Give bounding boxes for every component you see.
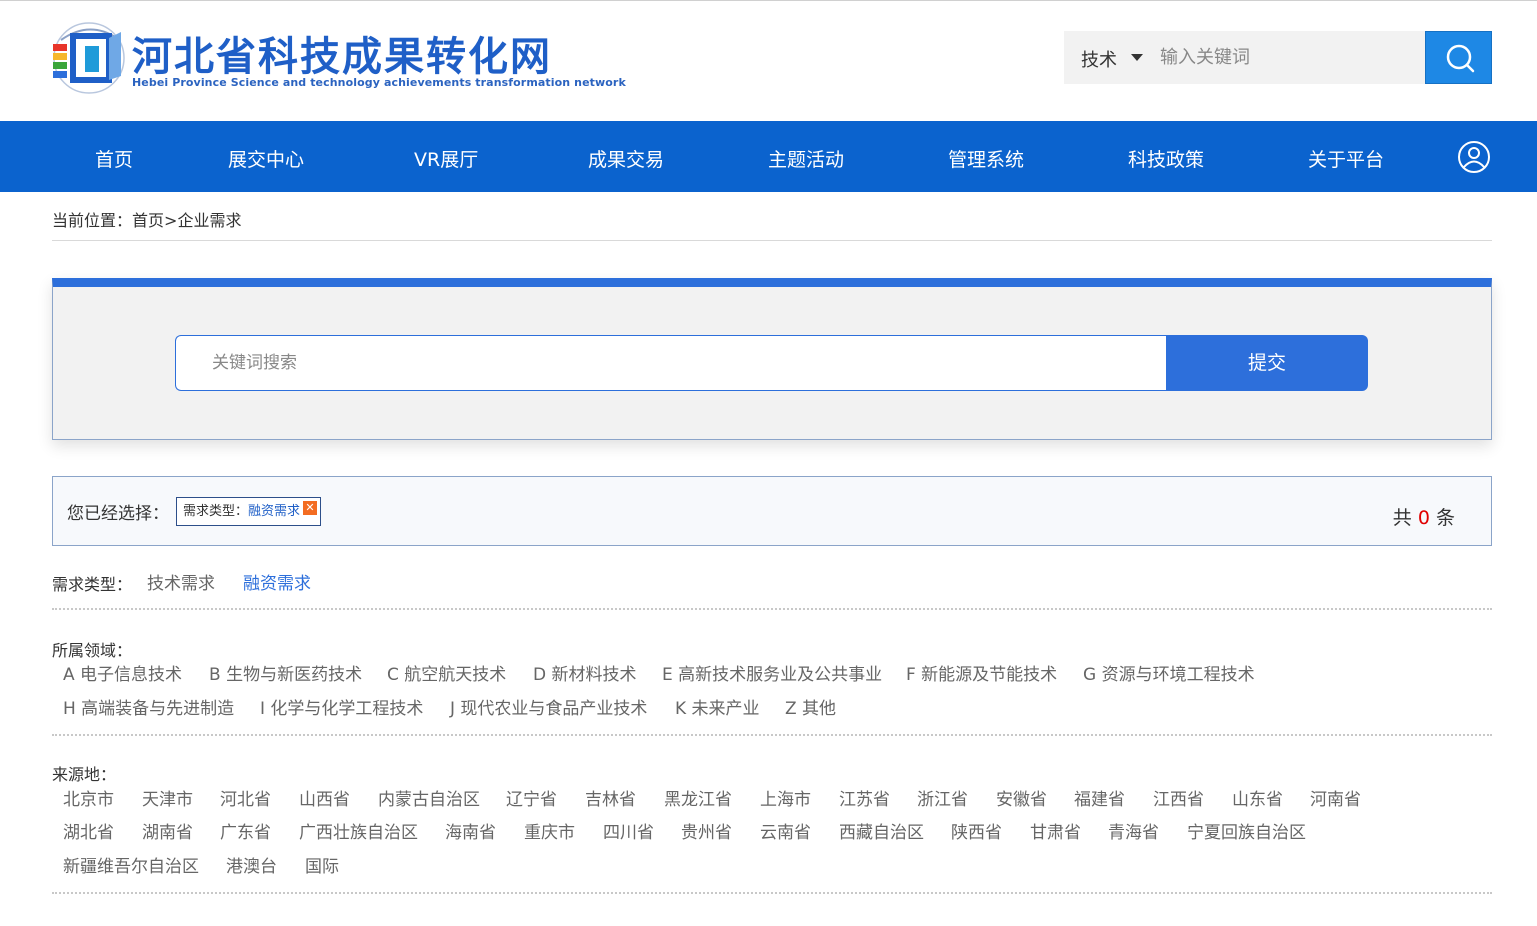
field-option[interactable]: J 现代农业与食品产业技术: [450, 694, 647, 719]
search-panel: 提交: [52, 278, 1492, 440]
selected-label: 您已经选择：: [67, 504, 169, 524]
field-option[interactable]: A 电子信息技术: [63, 660, 182, 685]
source-option[interactable]: 甘肃省: [1030, 818, 1081, 843]
count-suffix: 条: [1435, 507, 1455, 529]
caret-down-icon[interactable]: [1131, 54, 1143, 61]
source-option[interactable]: 山西省: [299, 785, 350, 810]
logo-emblem-icon: [53, 22, 125, 94]
source-option[interactable]: 贵州省: [681, 818, 732, 843]
submit-button[interactable]: 提交: [1166, 335, 1368, 391]
nav-item-vr-hall[interactable]: VR展厅: [414, 145, 478, 172]
nav-item-exhibition[interactable]: 展交中心: [228, 145, 304, 172]
breadcrumb-separator: >: [164, 211, 178, 230]
source-option[interactable]: 天津市: [142, 785, 193, 810]
source-option[interactable]: 西藏自治区: [839, 818, 924, 843]
breadcrumb: 当前位置：首页>企业需求: [52, 207, 241, 231]
source-option[interactable]: 湖北省: [63, 818, 114, 843]
source-option[interactable]: 青海省: [1108, 818, 1159, 843]
nav-item-management[interactable]: 管理系统: [948, 145, 1024, 172]
demand-type-option-selected[interactable]: 融资需求: [243, 569, 311, 594]
tag-value: 融资需求: [248, 504, 301, 519]
dotted-divider: [52, 734, 1492, 736]
count-value: 0: [1417, 507, 1430, 529]
field-option[interactable]: D 新材料技术: [533, 660, 637, 685]
source-option[interactable]: 黑龙江省: [664, 785, 732, 810]
source-option[interactable]: 陕西省: [951, 818, 1002, 843]
logo-subtitle: Hebei Province Science and technology ac…: [132, 76, 626, 89]
keyword-search-input[interactable]: [175, 335, 1166, 391]
field-option[interactable]: Z 其他: [785, 694, 836, 719]
user-icon[interactable]: [1457, 140, 1491, 174]
nav-item-trading[interactable]: 成果交易: [588, 145, 664, 172]
dotted-divider: [52, 608, 1492, 610]
source-label: 来源地：: [52, 765, 117, 784]
selected-filter-tag[interactable]: 需求类型：融资需求 ✕: [176, 497, 322, 526]
source-option[interactable]: 云南省: [760, 818, 811, 843]
source-option[interactable]: 广东省: [220, 818, 271, 843]
field-option[interactable]: E 高新技术服务业及公共事业: [662, 660, 882, 685]
source-option[interactable]: 宁夏回族自治区: [1187, 818, 1306, 843]
site-logo[interactable]: 河北省科技成果转化网 Hebei Province Science and te…: [51, 18, 626, 98]
search-icon: [1446, 44, 1475, 73]
header: 河北省科技成果转化网 Hebei Province Science and te…: [0, 1, 1537, 121]
demand-type-option[interactable]: 技术需求: [147, 569, 215, 594]
selected-filters-bar: 您已经选择： 需求类型：融资需求 ✕ 共 0 条: [52, 476, 1492, 546]
field-label: 所属领域：: [52, 641, 133, 660]
count-prefix: 共: [1392, 507, 1412, 529]
field-option[interactable]: B 生物与新医药技术: [209, 660, 362, 685]
breadcrumb-current: 企业需求: [177, 211, 242, 230]
header-search-button[interactable]: [1425, 31, 1492, 84]
source-option[interactable]: 浙江省: [917, 785, 968, 810]
close-icon[interactable]: ✕: [303, 501, 318, 515]
source-option[interactable]: 四川省: [603, 818, 654, 843]
nav-item-policy[interactable]: 科技政策: [1128, 145, 1204, 172]
field-option[interactable]: K 未来产业: [675, 694, 760, 719]
source-option[interactable]: 福建省: [1074, 785, 1125, 810]
dotted-divider: [52, 892, 1492, 894]
nav-item-about[interactable]: 关于平台: [1308, 145, 1384, 172]
field-option[interactable]: I 化学与化学工程技术: [260, 694, 423, 719]
breadcrumb-prefix: 当前位置：: [52, 211, 133, 230]
breadcrumb-home-link[interactable]: 首页: [132, 211, 164, 230]
source-option[interactable]: 广西壮族自治区: [299, 818, 418, 843]
source-option[interactable]: 河北省: [220, 785, 271, 810]
source-option[interactable]: 新疆维吾尔自治区: [63, 852, 199, 877]
source-option[interactable]: 内蒙古自治区: [378, 785, 480, 810]
field-option[interactable]: C 航空航天技术: [387, 660, 506, 685]
source-option[interactable]: 港澳台: [226, 852, 277, 877]
source-option[interactable]: 吉林省: [585, 785, 636, 810]
source-option[interactable]: 江苏省: [839, 785, 890, 810]
source-option[interactable]: 北京市: [63, 785, 114, 810]
field-option[interactable]: G 资源与环境工程技术: [1083, 660, 1255, 685]
field-option[interactable]: H 高端装备与先进制造: [63, 694, 234, 719]
tag-key: 需求类型：: [183, 504, 249, 519]
field-option[interactable]: F 新能源及节能技术: [906, 660, 1057, 685]
result-count: 共 0 条: [1393, 503, 1455, 530]
source-option[interactable]: 安徽省: [996, 785, 1047, 810]
source-option[interactable]: 重庆市: [524, 818, 575, 843]
source-option[interactable]: 湖南省: [142, 818, 193, 843]
main-nav: 首页 展交中心 VR展厅 成果交易 主题活动 管理系统 科技政策 关于平台: [0, 121, 1537, 192]
nav-item-home[interactable]: 首页: [95, 145, 133, 172]
source-option[interactable]: 上海市: [760, 785, 811, 810]
logo-title: 河北省科技成果转化网: [132, 34, 552, 80]
source-option[interactable]: 辽宁省: [506, 785, 557, 810]
header-search: 技术: [1064, 31, 1492, 84]
search-category-select[interactable]: 技术: [1081, 46, 1117, 72]
divider: [52, 240, 1492, 241]
source-option[interactable]: 江西省: [1153, 785, 1204, 810]
source-option[interactable]: 河南省: [1310, 785, 1361, 810]
demand-type-label: 需求类型：: [52, 575, 133, 594]
nav-item-activities[interactable]: 主题活动: [768, 145, 844, 172]
source-option[interactable]: 海南省: [445, 818, 496, 843]
header-search-input[interactable]: [1160, 41, 1420, 74]
source-option[interactable]: 国际: [305, 852, 339, 877]
source-option[interactable]: 山东省: [1232, 785, 1283, 810]
